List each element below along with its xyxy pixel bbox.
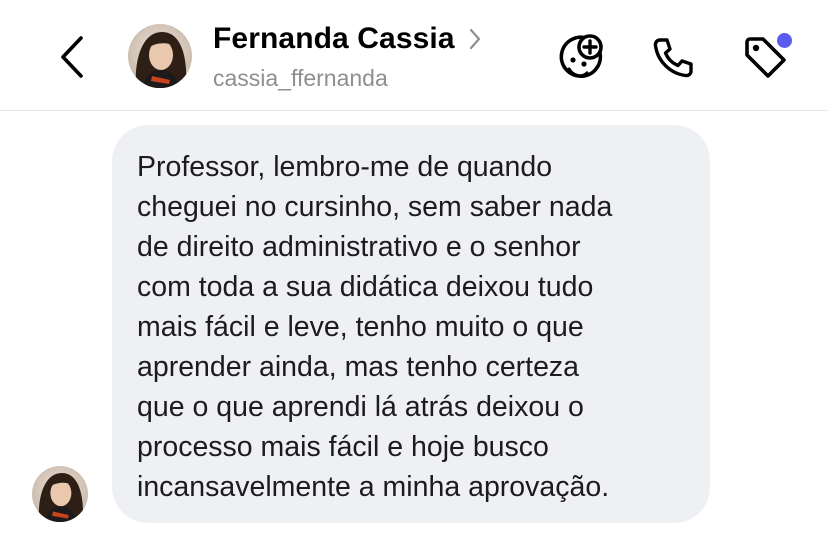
chevron-left-icon: [61, 36, 83, 78]
contact-avatar[interactable]: [128, 24, 192, 88]
phone-icon: [653, 38, 693, 78]
tags-button[interactable]: [740, 32, 792, 84]
sender-avatar[interactable]: [32, 466, 88, 522]
contact-username: cassia_ffernanda: [213, 65, 388, 91]
message-text: Professor, lembro-me de quando cheguei n…: [137, 151, 613, 503]
dm-thread-screen: Fernanda Cassia cassia_ffernanda Profess…: [0, 0, 828, 553]
call-button[interactable]: [647, 32, 699, 84]
sticker-button[interactable]: [555, 32, 607, 84]
notification-dot: [777, 33, 792, 48]
contact-name: Fernanda Cassia: [213, 22, 455, 55]
sticker-add-icon: [559, 34, 603, 79]
back-button[interactable]: [50, 33, 94, 81]
chevron-right-icon: [469, 28, 481, 50]
chat-header: Fernanda Cassia cassia_ffernanda: [0, 0, 828, 111]
contact-name-row[interactable]: Fernanda Cassia: [213, 22, 481, 56]
message-bubble[interactable]: Professor, lembro-me de quando cheguei n…: [112, 125, 710, 523]
